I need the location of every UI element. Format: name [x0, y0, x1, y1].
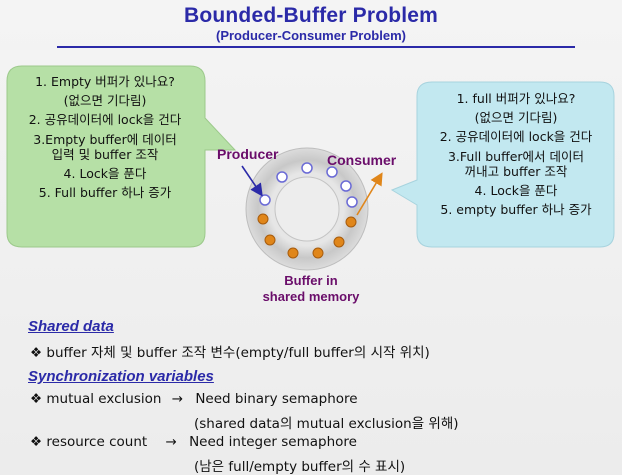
shared-data-item: ❖ buffer 자체 및 buffer 조작 변수(empty/full bu… [30, 345, 430, 361]
empty-buffer-slot [346, 196, 358, 208]
producer-step: 4. Lock을 푼다 [63, 166, 147, 181]
resource-count-note: (남은 full/empty buffer의 수 표시) [194, 459, 406, 475]
mutual-exclusion-note: (shared data의 mutual exclusion을 위해) [194, 416, 459, 432]
consumer-step: 꺼내고 buffer 조작 [464, 164, 568, 179]
producer-step: 2. 공유데이터에 lock을 건다 [28, 112, 182, 127]
consumer-step: 3.Full buffer에서 데이터 [447, 149, 585, 164]
buffer-ring-hole [274, 176, 340, 242]
consumer-label: Consumer [327, 152, 397, 168]
buffer-label-line: shared memory [262, 289, 360, 304]
producer-step: 3.Empty buffer에 데이터 [33, 132, 177, 147]
producer-step: 5. Full buffer 하나 증가 [38, 185, 172, 200]
full-buffer-slot [333, 236, 345, 248]
producer-label: Producer [217, 146, 279, 162]
buffer-label: Buffer in shared memory [236, 273, 386, 305]
empty-buffer-slot [276, 171, 288, 183]
producer-step: 1. Empty 버퍼가 있나요? [35, 74, 175, 89]
full-buffer-slot [257, 213, 269, 225]
arrow-symbol: → [171, 391, 184, 407]
empty-buffer-slot [326, 166, 338, 178]
consumer-step: 1. full 버퍼가 있나요? [456, 91, 576, 106]
full-buffer-slot [264, 234, 276, 246]
resource-count-item: ❖ resource count → Need integer semaphor… [30, 434, 357, 450]
full-buffer-slot [287, 247, 299, 259]
consumer-step: 4. Lock을 푼다 [474, 183, 558, 198]
consumer-step: 2. 공유데이터에 lock을 건다 [439, 129, 593, 144]
resource-count-label: ❖ resource count [30, 434, 148, 450]
empty-buffer-slot [301, 162, 313, 174]
producer-step: (없으면 기다림) [63, 93, 147, 108]
sync-heading: Synchronization variables [28, 368, 214, 385]
mutual-exclusion-label: ❖ mutual exclusion [30, 391, 162, 407]
arrow-symbol: → [165, 434, 177, 450]
resource-count-semaphore: Need integer semaphore [189, 434, 357, 450]
mutual-exclusion-item: ❖ mutual exclusion → Need binary semapho… [30, 391, 358, 407]
full-buffer-slot [345, 216, 357, 228]
buffer-label-line: Buffer in [284, 273, 338, 288]
shared-data-heading: Shared data [28, 318, 114, 335]
empty-buffer-slot [259, 194, 271, 206]
producer-steps: 1. Empty 버퍼가 있나요? (없으면 기다림) 2. 공유데이터에 lo… [3, 72, 207, 202]
producer-step: 입력 및 buffer 조작 [51, 147, 159, 162]
full-buffer-slot [312, 247, 324, 259]
consumer-step: 5. empty buffer 하나 증가 [440, 202, 592, 217]
mutual-exclusion-semaphore: Need binary semaphore [195, 391, 358, 407]
consumer-step: (없으면 기다림) [474, 110, 558, 125]
consumer-steps: 1. full 버퍼가 있나요? (없으면 기다림) 2. 공유데이터에 loc… [418, 89, 614, 219]
empty-buffer-slot [340, 180, 352, 192]
